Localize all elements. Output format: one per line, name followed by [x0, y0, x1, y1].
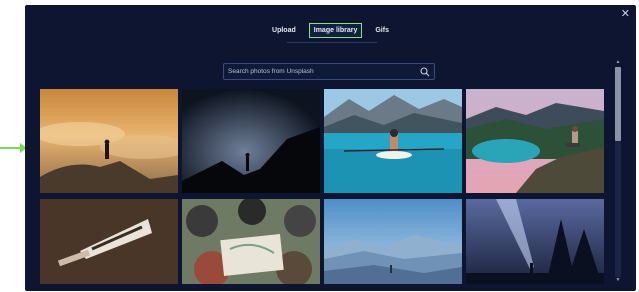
tab-bar: Upload Image library Gifs [25, 19, 636, 41]
photo-thumbnail[interactable] [466, 89, 604, 193]
scrollbar[interactable]: ▲ ▼ [613, 59, 623, 283]
tab-divider [287, 42, 377, 43]
search-icon[interactable] [419, 66, 431, 78]
photo-thumbnail[interactable] [40, 199, 178, 284]
scroll-down-icon[interactable]: ▼ [614, 277, 622, 283]
arrow-right-icon [0, 143, 27, 153]
tab-gifs[interactable]: Gifs [371, 24, 393, 37]
photo-thumbnail[interactable] [324, 89, 462, 193]
scroll-thumb[interactable] [615, 67, 621, 141]
search-input[interactable] [224, 68, 419, 75]
tab-image-library[interactable]: Image library [308, 22, 363, 38]
photo-thumbnail[interactable] [324, 199, 462, 284]
photo-thumbnail[interactable] [182, 89, 320, 193]
tab-upload[interactable]: Upload [268, 24, 300, 37]
photo-thumbnail[interactable] [182, 199, 320, 284]
search-bar [223, 63, 435, 80]
image-picker-modal: ✕ Upload Image library Gifs Search photo… [25, 5, 636, 291]
scroll-up-icon[interactable]: ▲ [614, 59, 622, 65]
photo-grid [40, 89, 605, 285]
photo-thumbnail[interactable] [466, 199, 604, 284]
photo-thumbnail[interactable] [40, 89, 178, 193]
